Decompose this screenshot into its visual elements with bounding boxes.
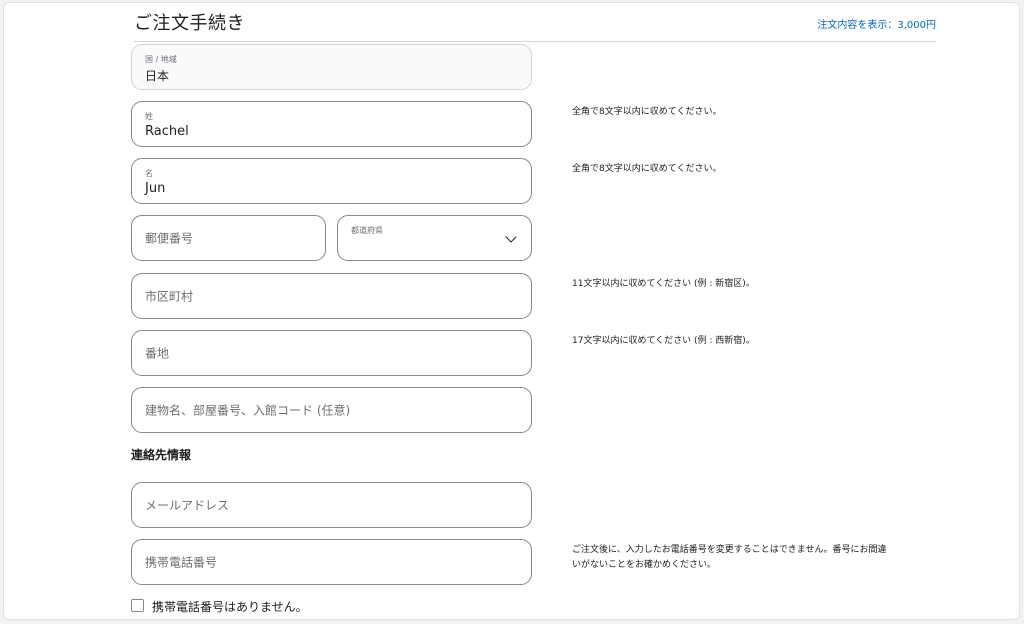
postal-code-field[interactable]: 郵便番号 xyxy=(131,215,326,261)
street-placeholder: 番地 xyxy=(145,346,170,361)
last-name-label: 姓 xyxy=(145,112,153,121)
email-placeholder: メールアドレス xyxy=(145,498,230,513)
contact-section-heading: 連絡先情報 xyxy=(131,448,192,462)
prefecture-label: 都道府県 xyxy=(351,226,383,235)
phone-placeholder: 携帯電話番号 xyxy=(145,555,218,570)
first-name-field[interactable]: 名 Jun xyxy=(131,158,532,204)
chevron-down-icon xyxy=(505,231,517,243)
email-field[interactable]: メールアドレス xyxy=(131,482,532,528)
city-field[interactable]: 市区町村 xyxy=(131,273,532,319)
first-name-label: 名 xyxy=(145,169,153,178)
street-field[interactable]: 番地 xyxy=(131,330,532,376)
page-title: ご注文手続き xyxy=(134,13,245,34)
no-phone-checkbox[interactable] xyxy=(131,599,144,612)
city-placeholder: 市区町村 xyxy=(145,289,194,304)
last-name-field[interactable]: 姓 Rachel xyxy=(131,101,532,147)
postal-code-placeholder: 郵便番号 xyxy=(145,231,194,246)
building-field[interactable]: 建物名、部屋番号、入館コード (任意) xyxy=(131,387,532,433)
checkout-page: ご注文手続き 注文内容を表示：3,000円 国 / 地域 日本 姓 Rachel… xyxy=(3,2,1020,620)
page-header: ご注文手続き 注文内容を表示：3,000円 xyxy=(134,3,936,42)
phone-note: ご注文後に、入力したお電話番号を変更することはできません。番号にお間違いがないこ… xyxy=(572,545,887,570)
prefecture-select[interactable]: 都道府県 xyxy=(337,215,532,261)
last-name-value: Rachel xyxy=(145,124,189,139)
country-value: 日本 xyxy=(145,69,170,83)
first-name-note: 全角で8文字以内に収めてください。 xyxy=(572,164,722,174)
last-name-note: 全角で8文字以内に収めてください。 xyxy=(572,107,722,117)
building-placeholder: 建物名、部屋番号、入館コード (任意) xyxy=(145,403,351,418)
street-note: 17文字以内に収めてください (例 : 西新宿)。 xyxy=(572,336,755,346)
country-label: 国 / 地域 xyxy=(145,55,177,64)
phone-field[interactable]: 携帯電話番号 xyxy=(131,539,532,585)
city-note: 11文字以内に収めてください (例 : 新宿区)。 xyxy=(572,279,755,289)
first-name-value: Jun xyxy=(145,181,166,196)
country-field: 国 / 地域 日本 xyxy=(131,44,532,90)
no-phone-label[interactable]: 携帯電話番号はありません。 xyxy=(152,598,308,615)
order-summary-link[interactable]: 注文内容を表示：3,000円 xyxy=(817,16,936,31)
